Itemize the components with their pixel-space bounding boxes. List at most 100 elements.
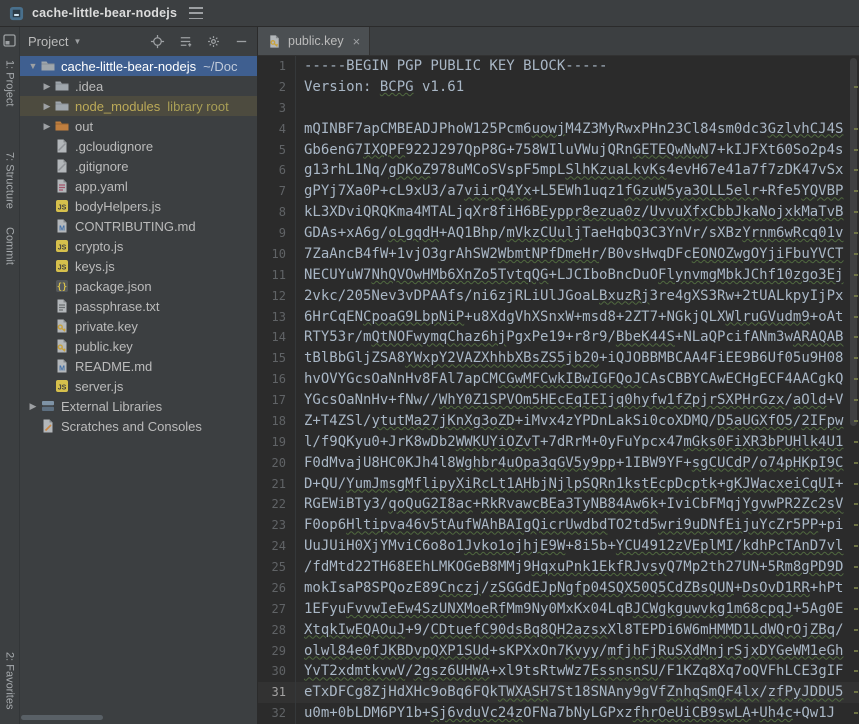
tree-item-package-json[interactable]: {}package.json [20,276,257,296]
code-line[interactable]: eTxDFCg8ZjHdXHc9oBq6FQkTWXASH7St18SNAny9… [304,682,847,703]
code-line[interactable]: Z+T4ZSl/ytutMa27jKnXg3oZD+iMvx4zYPDnLakS… [304,411,847,432]
code-line[interactable]: RTY53r/mQtNOFwymqChaz6hjPgxPe19+r8r9/Bbe… [304,327,847,348]
code-line[interactable]: mokIsaP8SPQozE89Cnczj/zSGGdEJpNgfp04SQX5… [304,578,847,599]
tree-item-keys-js[interactable]: JSkeys.js [20,256,257,276]
code-line[interactable]: u0m+0bLDM6PY1b+Sj6vduVc24zOFNa7bNyLGPxzf… [304,703,847,724]
tree-item-passphrase-txt[interactable]: passphrase.txt [20,296,257,316]
editor[interactable]: 1234567891011121314151617181920212223242… [258,56,859,724]
line-number[interactable]: 32 [258,703,295,724]
code-line[interactable]: -----BEGIN PGP PUBLIC KEY BLOCK----- [304,56,847,77]
chevron-right-icon[interactable]: ▶ [26,401,40,412]
chevron-right-icon[interactable]: ▶ [40,101,54,112]
line-number[interactable]: 15 [258,348,295,369]
line-number[interactable]: 28 [258,620,295,641]
tree-item-public-key[interactable]: public.key [20,336,257,356]
tree-item-crypto-js[interactable]: JScrypto.js [20,236,257,256]
tree-item-node-modules[interactable]: ▶node_moduleslibrary root [20,96,257,116]
code-line[interactable]: D+QU/YumJmsgMflipyXiRcLt1AHbjNjlpSQRn1ks… [304,474,847,495]
stripe-button-commit[interactable]: Commit [4,218,16,274]
project-hscrollbar[interactable] [20,715,257,721]
editor-code[interactable]: -----BEGIN PGP PUBLIC KEY BLOCK-----Vers… [304,56,847,724]
line-number[interactable]: 16 [258,369,295,390]
code-line[interactable]: mQINBF7apCMBEADJPhoW125Pcm6uowjM4Z3MyRwx… [304,119,847,140]
line-number[interactable]: 24 [258,536,295,557]
tree-item-out[interactable]: ▶out [20,116,257,136]
line-number[interactable]: 10 [258,244,295,265]
stripe-button----project[interactable]: 1: Project [4,51,16,115]
editor-vscrollbar[interactable] [848,56,859,724]
tree-item-readme-md[interactable]: MREADME.md [20,356,257,376]
line-number[interactable]: 29 [258,641,295,662]
hamburger-menu-icon[interactable] [189,7,203,19]
scrollbar-thumb[interactable] [850,58,857,426]
gear-icon[interactable] [206,34,221,49]
line-number[interactable]: 5 [258,140,295,161]
stripe-button----favorites[interactable]: 2: Favorites [4,643,16,718]
line-number[interactable]: 30 [258,661,295,682]
line-number[interactable]: 27 [258,599,295,620]
tree-item-scratches-and-consoles[interactable]: Scratches and Consoles [20,416,257,436]
line-number[interactable]: 4 [258,119,295,140]
tab-public-key[interactable]: public.key× [258,27,370,55]
code-line[interactable]: F0dMvajU8HC0KJh4l8Wghbr4uOpa3qGV5y9pp+1I… [304,453,847,474]
line-number[interactable]: 9 [258,223,295,244]
chevron-right-icon[interactable]: ▶ [40,81,54,92]
stripe-button----structure[interactable]: 7: Structure [4,143,16,218]
code-line[interactable]: l/f9QKyu0+JrK8wDb2WWKUYiOZvT+7dRrM+0yFuY… [304,432,847,453]
code-line[interactable]: YGcsOaNnHv+fNw//WhY0Z1SPVOm5HEcEqIEIjq0h… [304,390,847,411]
line-number[interactable]: 26 [258,578,295,599]
chevron-right-icon[interactable]: ▶ [40,121,54,132]
code-line[interactable]: /fdMtd22TH68EEhLMKOGeB8MMj9HqxuPnk1EkfRJ… [304,557,847,578]
line-number[interactable]: 25 [258,557,295,578]
code-line[interactable]: gPYj7Xa0P+cL9xU3/a7viirQ4Yx+L5EWh1uqz1fG… [304,181,847,202]
code-line[interactable]: YvT2xdmtkvwV/2gsz6UHWA+xl9tsRtwWz7Essnsn… [304,661,847,682]
code-line[interactable]: tBlBbGljZSA8YWxpY2VAZXhhbXBsZS5jb20+iQJO… [304,348,847,369]
code-line[interactable]: kL3XDviQRQKma4MTALjqXr8fiH6BEyppr8ezua0z… [304,202,847,223]
collapse-all-icon[interactable] [178,34,193,49]
hide-icon[interactable] [234,34,249,49]
tree-item-app-yaml[interactable]: app.yaml [20,176,257,196]
tree-item-contributing-md[interactable]: MCONTRIBUTING.md [20,216,257,236]
code-line[interactable]: UuJUiH0XjYMviC6o8o1Jvko1ojhjE9W+8i5b+YCU… [304,536,847,557]
code-line[interactable]: 7ZaAncB4fW+1vjO3grAhSW2WbmtNPfDmeHr/B0vs… [304,244,847,265]
code-line[interactable]: hvOVYGcsOaNnHv8FAl7apCMCGwMFCwkIBwIGFQoJ… [304,369,847,390]
line-number[interactable]: 17 [258,390,295,411]
line-number[interactable]: 20 [258,453,295,474]
code-line[interactable]: F0op6Hltipva46v5tAufWAhBAIgQicrUwdbdTO2t… [304,515,847,536]
editor-gutter[interactable]: 1234567891011121314151617181920212223242… [258,56,296,724]
code-line[interactable]: XtqkIwEQAOuJ+9/CDtuefC90dsBq8QH2azsxXl8T… [304,620,847,641]
code-line[interactable]: olwl84e0fJKBDvpQXP1SUd+sKPXxOn7Kvyy/mfjh… [304,641,847,662]
code-line[interactable]: g13rhL1Nq/gDKoZ978uMCoSVspF5mpLSlhKzuaLk… [304,160,847,181]
close-icon[interactable]: × [353,35,361,48]
scrollbar-thumb[interactable] [21,715,103,720]
line-number[interactable]: 22 [258,494,295,515]
tree-item-server-js[interactable]: JSserver.js [20,376,257,396]
tree-item-bodyhelpers-js[interactable]: JSbodyHelpers.js [20,196,257,216]
line-number[interactable]: 19 [258,432,295,453]
tree-item--idea[interactable]: ▶.idea [20,76,257,96]
project-tool-icon[interactable] [3,34,16,47]
code-line[interactable]: 2vkc/205Nev3vDPAAfs/ni6zjRLiUlJGoaLBxuzR… [304,286,847,307]
code-line[interactable]: 1EFyuFvvwIeEw4SzUNXMoeRfMm9Ny0MxKx04LqBJ… [304,599,847,620]
line-number[interactable]: 11 [258,265,295,286]
line-number[interactable]: 14 [258,327,295,348]
locate-icon[interactable] [150,34,165,49]
code-line[interactable]: Version: BCPG v1.61 [304,77,847,98]
line-number[interactable]: 23 [258,515,295,536]
code-line[interactable]: RGEWiBTy3/qoQuG2I8ac+RkRvawcBEa3TyNB84Aw… [304,494,847,515]
tree-item--gcloudignore[interactable]: .gcloudignore [20,136,257,156]
line-number[interactable]: 18 [258,411,295,432]
line-number[interactable]: 12 [258,286,295,307]
app-icon[interactable] [9,6,24,21]
line-number[interactable]: 1 [258,56,295,77]
code-line[interactable]: GDAs+xA6g/oLgqdH+AQ1Bhp/mVkzCUuljTaeHqbQ… [304,223,847,244]
line-number[interactable]: 6 [258,160,295,181]
chevron-down-icon[interactable]: ▼ [26,61,40,71]
line-number[interactable]: 13 [258,307,295,328]
tree-item-external-libraries[interactable]: ▶External Libraries [20,396,257,416]
project-view-selector[interactable]: Project ▼ [28,34,81,49]
code-line[interactable]: NECUYuW7NhQVOwHMb6XnZo5TvtqQG+LJCIboBncD… [304,265,847,286]
tree-item--gitignore[interactable]: .gitignore [20,156,257,176]
code-line[interactable]: 6HrCqENCpoaG9LbpNiP+u8XdgVhXSnxW+msd8+2Z… [304,307,847,328]
line-number[interactable]: 3 [258,98,295,119]
